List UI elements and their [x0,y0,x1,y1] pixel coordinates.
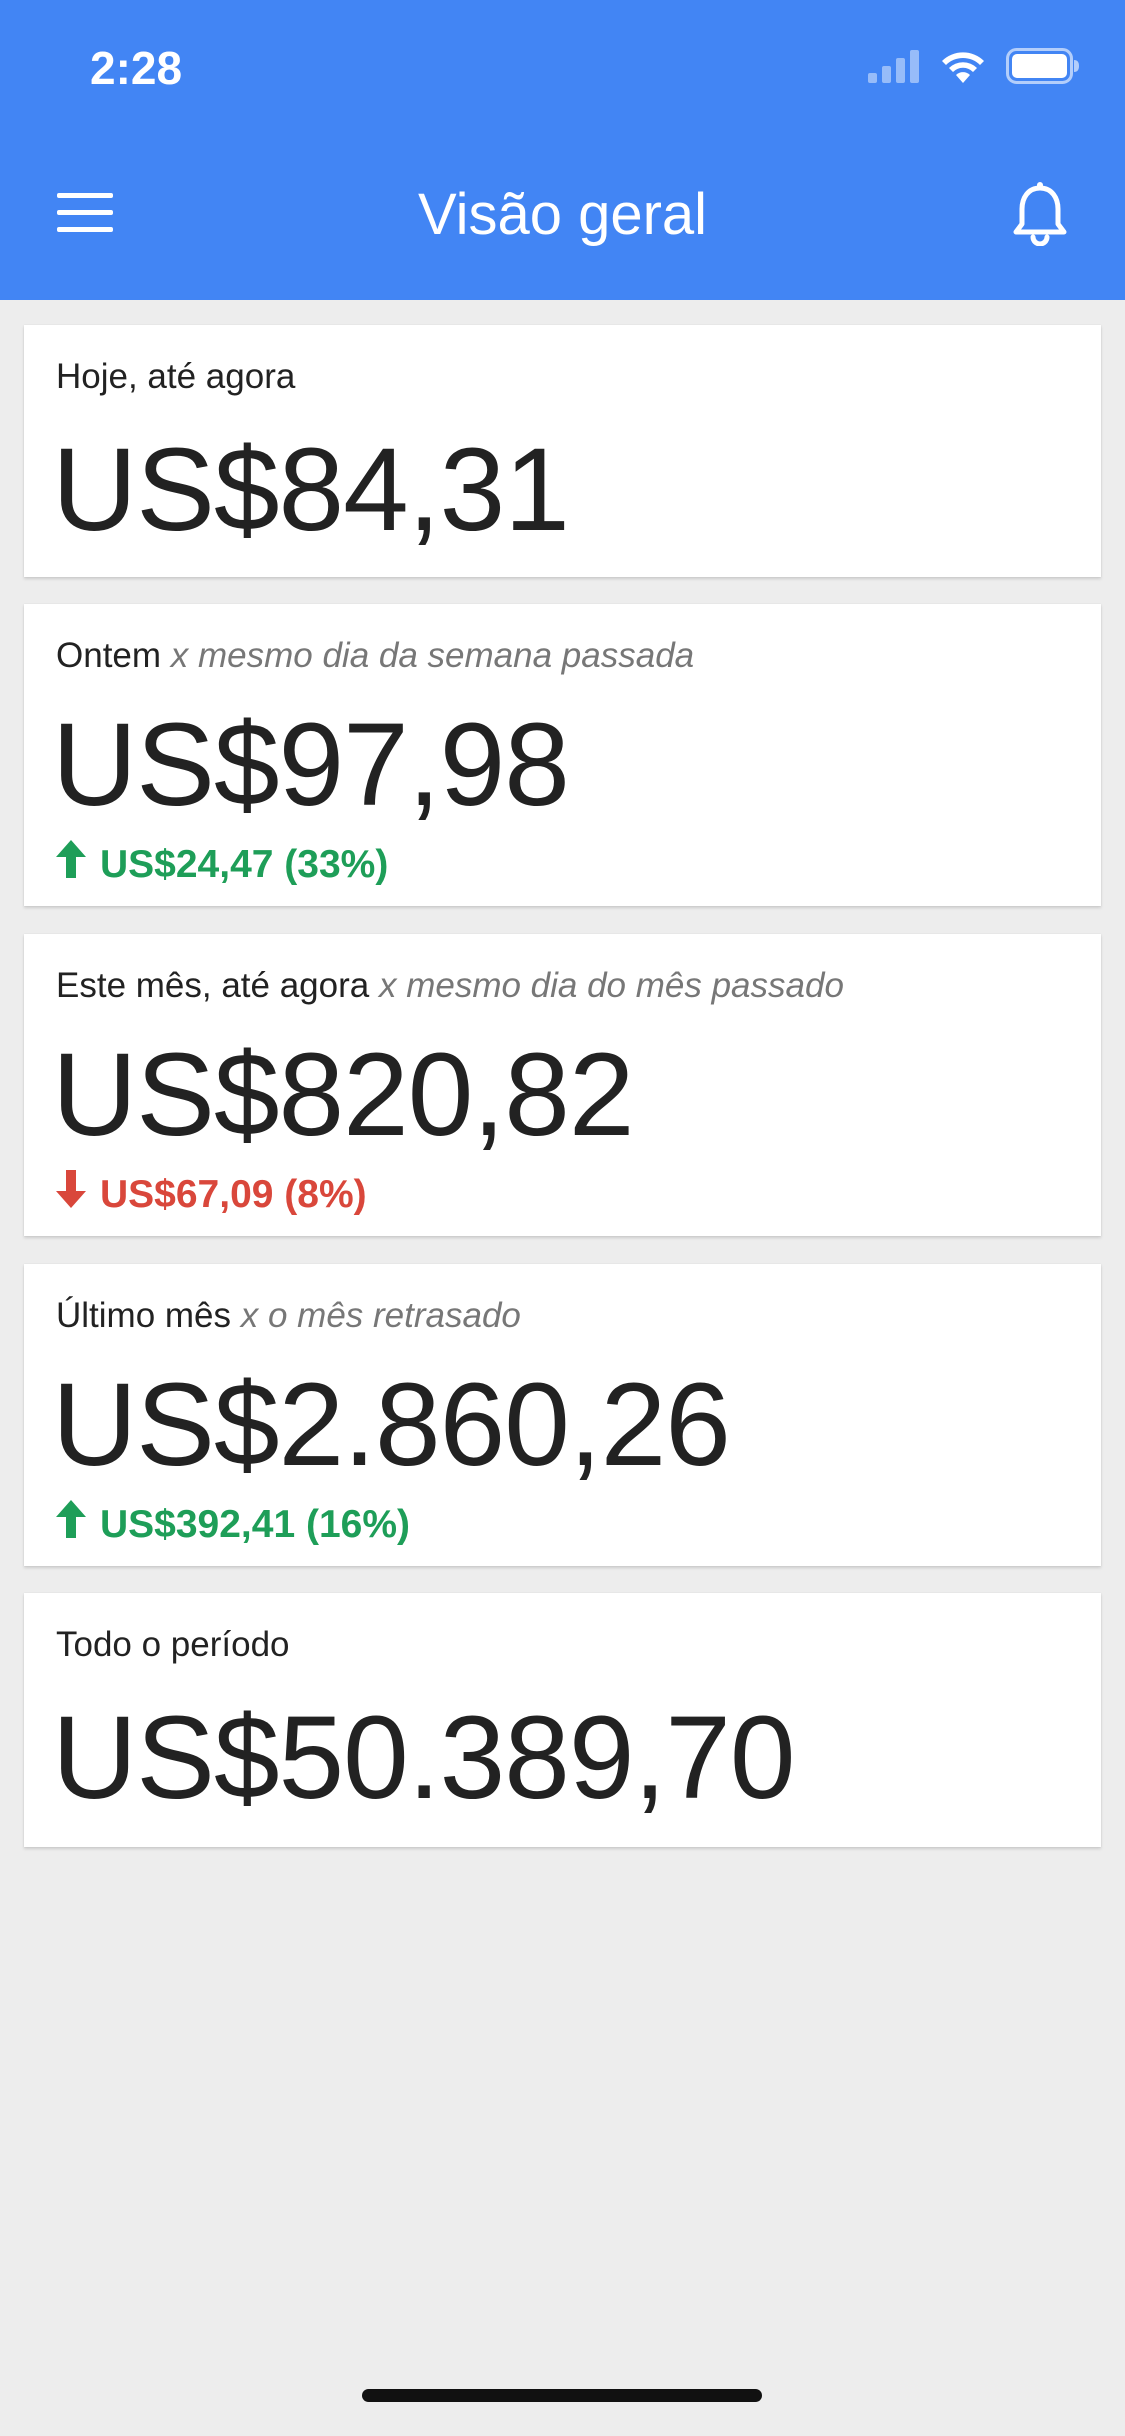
card-amount: US$97,98 [52,699,570,831]
change-text: US$24,47 (33%) [100,843,389,886]
card-label: Hoje, até agora [56,355,295,399]
arrow-down-icon [56,1170,86,1220]
change-text: US$392,41 (16%) [100,1503,411,1546]
card-amount: US$50.389,70 [52,1692,795,1824]
card-label: Todo o período [56,1623,290,1667]
summary-card-this-month[interactable]: Este mês, até agora x mesmo dia do mês p… [24,934,1101,1236]
card-label: Este mês, até agora x mesmo dia do mês p… [56,964,844,1008]
card-period: Ontem [56,636,162,675]
card-comparison: x mesmo dia do mês passado [378,966,844,1005]
card-change: US$67,09 (8%) [56,1170,367,1220]
bell-icon [1012,181,1068,251]
home-indicator[interactable] [362,2389,762,2402]
card-amount: US$820,82 [52,1029,634,1161]
battery-icon [1006,47,1080,89]
status-icons [868,47,1080,89]
card-amount: US$84,31 [52,424,570,556]
summary-card-last-month[interactable]: Último mês x o mês retrasado US$2.860,26… [24,1264,1101,1566]
card-period: Último mês [56,1296,232,1335]
arrow-up-icon [56,840,86,890]
change-text: US$67,09 (8%) [100,1173,367,1216]
card-comparison: x mesmo dia da semana passada [170,636,695,675]
summary-card-all-time[interactable]: Todo o período US$50.389,70 [24,1593,1101,1847]
cellular-signal-icon [868,49,920,88]
wifi-icon [940,49,986,88]
hamburger-menu-icon [57,192,113,238]
arrow-up-icon [56,1500,86,1550]
card-period: Todo o período [56,1625,290,1664]
card-comparison: x o mês retrasado [240,1296,521,1335]
card-period: Hoje, até agora [56,357,296,396]
card-label: Último mês x o mês retrasado [56,1294,521,1338]
card-change: US$24,47 (33%) [56,840,388,890]
card-change: US$392,41 (16%) [56,1500,410,1550]
card-amount: US$2.860,26 [52,1359,731,1491]
summary-card-today[interactable]: Hoje, até agora US$84,31 [24,325,1101,577]
app-bar: 2:28 Visão geral [0,0,1125,300]
notifications-button[interactable] [1000,178,1080,254]
card-label: Ontem x mesmo dia da semana passada [56,634,694,678]
menu-button[interactable] [45,180,125,250]
status-time: 2:28 [90,42,183,94]
card-period: Este mês, até agora [56,966,370,1005]
summary-card-yesterday[interactable]: Ontem x mesmo dia da semana passada US$9… [24,604,1101,906]
page-title: Visão geral [417,182,708,247]
